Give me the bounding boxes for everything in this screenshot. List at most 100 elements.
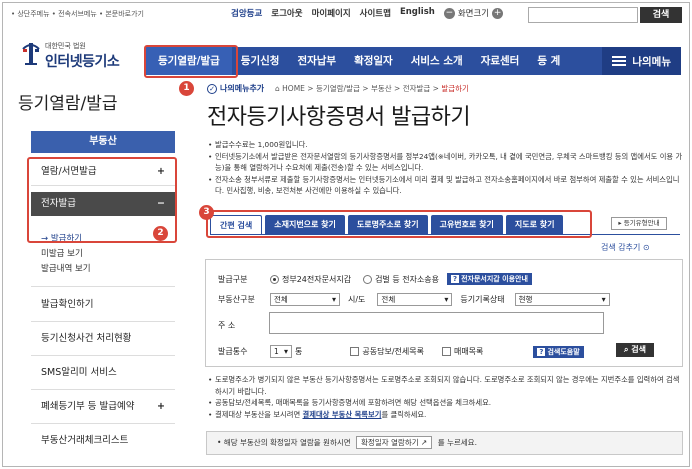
site-logo[interactable]: 대한민국 법원 인터넷등기소: [21, 39, 131, 73]
divider: [31, 423, 175, 424]
issue-count-unit: 통: [295, 347, 303, 356]
info-text: • 해당 부동산의 확정일자 열람을 원하시면: [217, 438, 354, 447]
fixed-date-info-box: • 해당 부동산의 확정일자 열람을 원하시면 확정일자 열람하기 ↗ 를 누르…: [206, 431, 683, 455]
nav-item-resource-center[interactable]: 자료센터: [472, 47, 529, 75]
external-link-icon: ↗: [421, 438, 428, 447]
label-issue-type: 발급구분: [218, 274, 248, 284]
note-text: 결제대상 부동산을 보시려면: [215, 409, 303, 419]
step-badge-2: 2: [153, 226, 168, 241]
site-search-button[interactable]: 검색: [640, 7, 682, 23]
sidebar-item-checklist[interactable]: 부동산거래체크리스트: [31, 431, 175, 451]
checkbox-sale-list[interactable]: [441, 347, 451, 356]
note-item: 공동담보/전세목록, 매매목록을 등기사항증명서에 포함하려면 해당 선택옵션을…: [208, 397, 686, 409]
label-issue-count: 발급통수: [218, 347, 248, 356]
form-notes: 도로명주소가 병기되지 않은 부동산 등기사항증명서는 도로명주소로 조회되지 …: [208, 374, 686, 420]
payment-list-link[interactable]: 결제대상 부동산 목록보기: [303, 410, 382, 419]
sidebar-subitem-unissued[interactable]: 미발급 보기: [41, 247, 83, 259]
search-button[interactable]: ⌕ 검색: [616, 343, 654, 357]
radio-gov24-label: 정부24전자문서지갑: [282, 274, 352, 284]
info-text: 를 누르세요.: [435, 438, 477, 447]
search-help-label: 검색도움말: [547, 347, 580, 356]
wallet-guide-label: 전자문서지갑 이용안내: [461, 275, 528, 283]
label-address: 주 소: [218, 321, 236, 330]
row-address: 주 소: [218, 320, 235, 331]
zoom-label: 화면크기: [457, 9, 490, 19]
search-form: 발급구분 정부24전자문서지갑 검벌 등 전자소송용 ? 전자문서지갑 이용안내 …: [205, 259, 683, 367]
label-record-status: 등기기록상태: [460, 295, 505, 304]
nav-item-fixed-date[interactable]: 확정일자: [345, 47, 402, 75]
zoom-control: − 화면크기 +: [443, 7, 504, 19]
util-link-status[interactable]: 검앙등교: [231, 7, 262, 19]
question-icon: ?: [451, 275, 460, 283]
sidebar-item-sms[interactable]: SMS알리미 서비스: [31, 363, 175, 383]
util-link-logout[interactable]: 로그아웃: [271, 7, 302, 19]
page-frame: • 상단주메뉴 • 전속서브메뉴 • 본문바로가기 검앙등교 로그아웃 마이페이…: [2, 2, 690, 467]
hide-search-toggle[interactable]: 검색 감추기 ⊙: [601, 242, 650, 253]
court-emblem-icon: [22, 43, 40, 65]
label-property-kind: 부동산구분: [218, 295, 255, 304]
logo-subtitle: 대한민국 법원: [45, 42, 86, 50]
site-search-input[interactable]: [528, 7, 638, 23]
checkbox-joint-collateral-label: 공동담보/전세목록: [362, 347, 424, 356]
skip-links[interactable]: • 상단주메뉴 • 전속서브메뉴 • 본문바로가기: [11, 9, 144, 19]
breadcrumb: ⌂ HOME > 등기열람/발급 > 부동산 > 전자발급 > 발급하기: [275, 83, 469, 94]
sidebar-item-label: 폐쇄등기부 등 발급예약: [41, 401, 135, 412]
breadcrumb-path[interactable]: HOME > 등기열람/발급 > 부동산 > 전자발급 >: [282, 84, 441, 93]
zoom-plus-icon[interactable]: +: [492, 7, 504, 19]
fixed-date-view-button[interactable]: 확정일자 열람하기 ↗: [356, 436, 433, 449]
checkbox-joint-collateral[interactable]: [350, 347, 360, 356]
nav-item-registry-apply[interactable]: 등기신청: [232, 47, 289, 75]
note-item: 발급수수료는 1,000원입니다.: [208, 139, 683, 151]
address-input[interactable]: [269, 312, 604, 334]
nav-item-service-intro[interactable]: 서비스 소개: [402, 47, 472, 75]
my-menu-button[interactable]: 나의메뉴: [602, 47, 681, 75]
note-item: 전자소송 청부서류로 제출할 등기사항증명서는 인터넷등기소에서 미리 결제 및…: [208, 174, 683, 197]
divider: [31, 355, 175, 356]
wallet-guide-button[interactable]: ? 전자문서지갑 이용안내: [447, 273, 532, 285]
record-status-select[interactable]: 현행: [514, 293, 610, 306]
nav-item-e-payment[interactable]: 전자납부: [288, 47, 345, 75]
sidebar-subitem-history[interactable]: 발급내역 보기: [41, 262, 91, 274]
logo-title: 인터넷등기소: [45, 54, 120, 70]
check-icon: ✓: [207, 83, 217, 94]
highlight-box-tabs: [206, 210, 592, 238]
sidebar-item-issue-verify[interactable]: 발급확인하기: [31, 295, 175, 315]
page-title: 전자등기사항증명서 발급하기: [207, 105, 471, 130]
add-to-my-menu-label: 나의메뉴추가: [220, 84, 265, 93]
expand-plus-icon: +: [157, 401, 165, 412]
info-notes: 발급수수료는 1,000원입니다. 인터넷등기소에서 발급받은 전자문서열람의 …: [208, 139, 683, 197]
note-item: 도로명주소가 병기되지 않은 부동산 등기사항증명서는 도로명주소로 조회되지 …: [208, 374, 686, 397]
util-link-english[interactable]: English: [400, 7, 435, 19]
search-button-label: 검색: [631, 345, 646, 354]
note-item: 결제대상 부동산을 보시려면 결제대상 부동산 목록보기를 클릭하세요.: [208, 409, 686, 421]
sidebar-item-case-status[interactable]: 등기신청사건 처리현황: [31, 329, 175, 349]
step-badge-3: 3: [199, 205, 214, 220]
radio-e-litigation[interactable]: [363, 274, 373, 284]
radio-gov24-wallet[interactable]: [270, 274, 279, 284]
sidebar-item-closed-registry[interactable]: 폐쇄등기부 등 발급예약 +: [31, 397, 175, 417]
fixed-date-view-label: 확정일자 열람하기: [361, 438, 419, 447]
radio-e-litigation-label: 검벌 등 전자소송용: [375, 274, 440, 284]
util-links: 검앙등교 로그아웃 마이페이지 사이트맵 English − 화면크기 +: [231, 7, 504, 19]
checkbox-sale-list-label: 매매목록: [453, 347, 484, 356]
util-link-sitemap[interactable]: 사이트맵: [360, 7, 391, 19]
breadcrumb-current: 발급하기: [441, 84, 469, 93]
sidebar-head-realestate[interactable]: 부동산: [31, 131, 175, 153]
sido-select[interactable]: 전체: [377, 293, 453, 306]
nav-item-statistics[interactable]: 등 계: [528, 47, 569, 75]
hamburger-icon: [612, 56, 627, 66]
property-kind-select[interactable]: 전체: [270, 293, 340, 306]
note-text: 를 클릭하세요.: [381, 409, 427, 419]
zoom-minus-icon[interactable]: −: [443, 7, 455, 19]
divider: [31, 286, 175, 287]
registry-type-guide-button[interactable]: ▸ 등기유형안내: [611, 217, 667, 230]
issue-count-select[interactable]: 1: [270, 345, 292, 358]
search-help-button[interactable]: ? 검색도움말: [533, 345, 584, 358]
row-issue-type: 발급구분 정부24전자문서지갑 검벌 등 전자소송용 ? 전자문서지갑 이용안내: [218, 273, 532, 285]
row-filters: 부동산구분 전체 시/도 전체 등기기록상태 현행: [218, 293, 610, 306]
label-sido: 시/도: [348, 295, 366, 304]
util-link-mypage[interactable]: 마이페이지: [312, 7, 351, 19]
row-count: 발급통수 1 통 공동담보/전세목록 매매목록 ?검색도움말: [218, 345, 584, 358]
add-to-my-menu[interactable]: ✓ 나의메뉴추가: [207, 83, 264, 94]
highlight-box-nav: [144, 45, 238, 78]
